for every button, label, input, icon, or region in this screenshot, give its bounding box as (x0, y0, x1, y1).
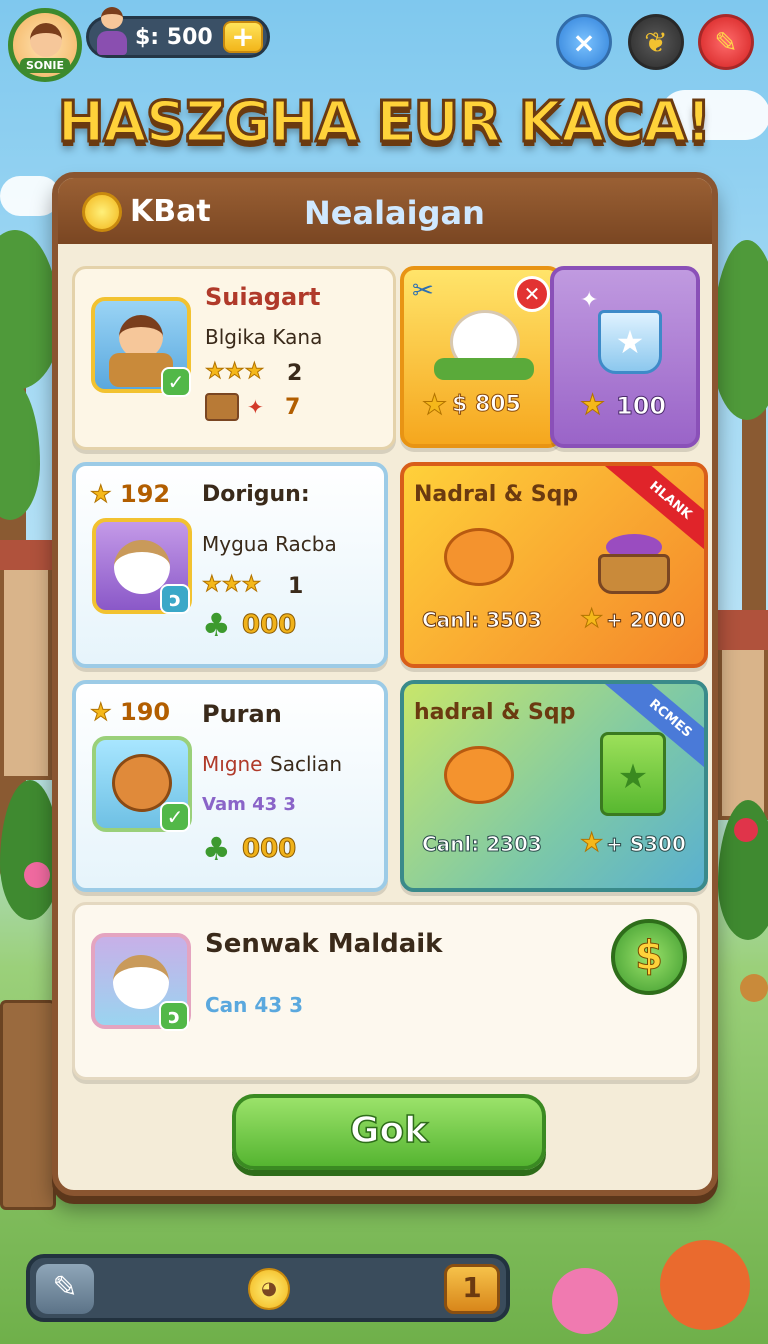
coin-amount: $: 500 (135, 25, 213, 50)
star-icon: ★ (579, 388, 606, 422)
rating-count: 1 (288, 574, 304, 599)
offer-reward: + S300 (606, 832, 687, 857)
character-name: Suiagart (205, 283, 321, 311)
bag-icon: ★ (600, 732, 666, 816)
character-subtitle-a: Mıgne (202, 752, 263, 776)
extra-count: 7 (285, 395, 301, 420)
clover-icon: ♣ (202, 830, 231, 868)
basket-icon (598, 520, 670, 594)
clover-value: 000 (241, 834, 297, 865)
clover-value: 000 (241, 610, 297, 641)
shop-panel: KBat Nealaigan ✓ Suiagart Blgika Kana ★★… (52, 172, 718, 1196)
sparkle-icon: ✦ (580, 288, 599, 313)
character-card-wide[interactable]: ↄ Senwak Maldaik Can 43 3 $ (72, 902, 700, 1080)
offer-card-premium[interactable]: hadral & Sqp RCMES ★ Canl: 2303 ★ + S300 (400, 680, 708, 892)
panel-header: KBat Nealaigan (58, 178, 712, 244)
character-subtitle: Blgika Kana (205, 325, 323, 349)
character-card[interactable]: ★ 192 Dorigun: ↄ Mygua Racba ★★★ 1 ♣ 000 (72, 462, 388, 668)
edit-button[interactable]: ✎ (698, 14, 754, 70)
fox-icon (444, 746, 514, 804)
item-price: $ 805 (452, 392, 522, 418)
shop-item-cup[interactable]: ✦ ★ ★ 100 (550, 266, 700, 448)
flower (552, 1268, 618, 1334)
offer-card-special[interactable]: Nadral & Sqp HLANK Canl: 3503 ★ + 2000 (400, 462, 708, 668)
palm-leaf (0, 230, 60, 390)
white-pet-icon (113, 955, 169, 1009)
swirl-icon: ↄ (159, 1001, 189, 1031)
ribbon-icon: ✦ (247, 395, 264, 419)
level-count[interactable]: 1 (444, 1264, 500, 1314)
star-icon: ★ (90, 480, 112, 509)
character-info: Vam 43 3 (202, 794, 296, 815)
check-icon: ✓ (161, 367, 191, 397)
remove-item-button[interactable]: ✕ (514, 276, 550, 312)
clover-icon: ♣ (202, 606, 231, 644)
tools-icon: ✂ (412, 276, 434, 306)
crate-icon (205, 393, 239, 421)
player-avatar[interactable]: SONIE (8, 8, 82, 82)
pencil-button[interactable]: ✎ (36, 1264, 94, 1314)
player-name: SONIE (19, 58, 71, 73)
star-icon: ★ (90, 698, 112, 727)
points-value: 192 (120, 480, 171, 508)
cup-icon: ★ (598, 310, 662, 374)
offer-title: Nadral & Sqp (414, 482, 579, 507)
chick-icon[interactable]: ◕ (248, 1268, 290, 1310)
offer-cost: Canl: 3503 (422, 608, 543, 633)
add-coins-button[interactable]: + (223, 21, 263, 53)
pot (740, 974, 768, 1002)
palm-leaf (0, 380, 40, 520)
character-subtitle-b: Saclian (270, 752, 342, 776)
character-name: Puran (202, 700, 282, 728)
coin-bar: $: 500 + (86, 7, 270, 58)
character-card[interactable]: ✓ Suiagart Blgika Kana ★★★ 2 ✦ 7 (72, 266, 396, 450)
panel-header-left: KBat (130, 194, 211, 229)
dollar-button[interactable]: $ (611, 919, 687, 995)
character-card[interactable]: ★ 190 Puran ✓ Mıgne Saclian Vam 43 3 ♣ 0… (72, 680, 388, 892)
character-info: Can 43 3 (205, 993, 304, 1017)
character-name: Senwak Maldaik (205, 929, 443, 959)
page-title: HASZGHA EUR KACA! (56, 89, 713, 157)
offer-title: hadral & Sqp (414, 700, 576, 725)
fox-icon (444, 528, 514, 586)
star-icon: ★ (579, 828, 604, 859)
sun-icon (82, 192, 122, 232)
close-icon: × (572, 25, 596, 59)
bottom-bar: ✎ ◕ 1 (26, 1254, 510, 1322)
character-subtitle: Mygua Racba (202, 532, 337, 556)
house-roof (718, 610, 768, 650)
shop-item-pet[interactable]: ✂ ✕ ★ $ 805 (400, 266, 562, 448)
item-price: 100 (615, 392, 667, 421)
pencil-icon: ✎ (714, 25, 738, 59)
house-roof (0, 540, 52, 570)
house (718, 640, 768, 820)
bench (0, 1000, 56, 1210)
swirl-icon: ↄ (160, 584, 190, 614)
flower (24, 862, 50, 888)
rating-stars: ★★★ (204, 359, 265, 385)
leaf-icon: ❦ (644, 25, 668, 59)
leaf-button[interactable]: ❦ (628, 14, 684, 70)
rating-count: 2 (287, 361, 303, 386)
flower (734, 818, 758, 842)
palm-leaf (712, 240, 768, 420)
character-name: Dorigun: (202, 482, 310, 507)
rating-stars: ★★★ (201, 572, 262, 598)
flower (660, 1240, 750, 1330)
cloud (0, 176, 60, 216)
bush (0, 780, 60, 920)
star-icon: ★ (579, 604, 604, 635)
points-value: 190 (120, 698, 171, 726)
panel-title: Nealaigan (304, 194, 485, 232)
check-icon: ✓ (160, 802, 190, 832)
avatar-face (30, 23, 62, 57)
mini-avatar-icon (95, 7, 129, 59)
star-icon: ★ (421, 388, 448, 422)
leaf-icon (434, 358, 534, 380)
gok-button[interactable]: Gok (232, 1094, 546, 1170)
offer-reward: + 2000 (605, 608, 686, 633)
close-button[interactable]: × (556, 14, 612, 70)
house (0, 560, 52, 780)
offer-cost: Canl: 2303 (422, 832, 543, 857)
